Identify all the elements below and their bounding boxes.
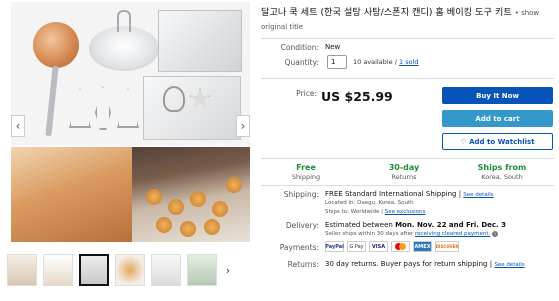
- buy-it-now-button[interactable]: Buy It Now: [442, 87, 553, 104]
- tree-cutter: [69, 88, 91, 128]
- shipping-value: FREE Standard International Shipping | S…: [325, 190, 494, 198]
- thumbnail[interactable]: [151, 254, 181, 286]
- thumbnail[interactable]: [7, 254, 37, 286]
- amex-icon: AMEX: [413, 241, 432, 252]
- price-value: US $25.99: [321, 89, 393, 104]
- tree-cutter-2: [117, 88, 139, 128]
- next-image-arrow[interactable]: ›: [236, 115, 250, 137]
- image-gallery: ‹ › ›: [0, 0, 255, 301]
- thumbnail-next-arrow[interactable]: ›: [223, 264, 233, 277]
- feature-free-shipping: Free Shipping: [258, 163, 354, 181]
- delivery-value: Estimated between Mon. Nov. 22 and Fri. …: [325, 221, 506, 229]
- feature-ships-from: Ships from Korea, South: [454, 163, 550, 181]
- rocket-cutter: [95, 86, 111, 130]
- price-label: Price:: [296, 89, 317, 98]
- candy-tray-photo: [132, 147, 250, 242]
- shipping-label: Shipping:: [283, 190, 319, 199]
- returns-see-details-link[interactable]: See details: [494, 262, 524, 268]
- press-handle: [117, 10, 131, 32]
- add-to-watchlist-button[interactable]: ♡ Add to Watchlist: [442, 133, 553, 150]
- paypal-icon: PayPal: [325, 241, 344, 252]
- google-pay-icon: G Pay: [347, 241, 366, 252]
- candy-piece: [180, 221, 196, 237]
- ships-to-text: Ships to: Worldwide: [325, 209, 380, 215]
- metal-board: [158, 10, 242, 72]
- quantity-input[interactable]: 1: [327, 55, 347, 69]
- feature-title: 30-day: [388, 163, 420, 172]
- delivery-note: Seller ships within 30 days after receiv…: [325, 231, 499, 237]
- press-plate: [89, 26, 159, 71]
- condition-label: Condition:: [280, 43, 319, 52]
- candy-shapes-photo: [11, 147, 132, 242]
- feature-title: Free: [296, 163, 316, 172]
- shipping-text: FREE Standard International Shipping |: [325, 190, 462, 198]
- payment-methods: PayPal G Pay VISA AMEX DISCOVER: [325, 241, 459, 252]
- divider: [261, 78, 554, 79]
- thumbnail-strip: ›: [7, 253, 255, 287]
- delivery-label: Delivery:: [285, 221, 319, 230]
- delivery-dates: Mon. Nov. 22 and Fri. Dec. 3: [395, 221, 506, 229]
- ladle-pan: [33, 22, 79, 68]
- delivery-note-text: Seller ships within 30 days after: [325, 231, 414, 237]
- mastercard-icon: [391, 241, 410, 252]
- divider: [261, 38, 554, 39]
- feature-title: Ships from: [477, 163, 527, 172]
- sold-count-link[interactable]: 1 sold: [399, 58, 419, 66]
- cleared-payment-link[interactable]: receiving cleared payment.: [415, 231, 490, 237]
- availability-text: 10 available / 1 sold: [353, 58, 419, 66]
- prev-image-arrow[interactable]: ‹: [11, 115, 25, 137]
- condition-value: New: [325, 43, 341, 51]
- thumbnail[interactable]: [115, 254, 145, 286]
- candy-piece: [168, 199, 184, 215]
- candy-piece: [156, 217, 172, 233]
- bear-cutter: [163, 86, 185, 112]
- divider: [261, 185, 554, 186]
- delivery-prefix: Estimated between: [325, 221, 393, 229]
- add-to-cart-button[interactable]: Add to cart: [442, 110, 553, 127]
- available-count: 10 available /: [353, 58, 397, 66]
- info-icon[interactable]: i: [492, 231, 499, 237]
- payments-label: Payments:: [279, 243, 319, 252]
- returns-label: Returns:: [287, 260, 319, 269]
- candy-piece: [146, 189, 162, 205]
- listing-title-text: 달고나 쿡 세트 (한국 설탕 사탕/스폰지 캔디) 홈 베이킹 도구 키트: [261, 7, 512, 18]
- visa-icon: VISA: [369, 241, 388, 252]
- feature-subtitle: Korea, South: [481, 173, 523, 181]
- metal-tray: [143, 76, 241, 140]
- returns-value: 30 day returns. Buyer pays for return sh…: [325, 260, 525, 268]
- thumbnail-selected[interactable]: [79, 254, 109, 286]
- ladle-handle: [45, 65, 59, 137]
- feature-subtitle: Shipping: [291, 173, 321, 181]
- thumbnail[interactable]: [43, 254, 73, 286]
- candy-piece: [226, 177, 242, 193]
- feature-returns: 30-day Returns: [356, 163, 452, 181]
- ships-to-row: Ships to: Worldwide | See exclusions: [325, 209, 426, 215]
- located-in-text: Located in: Daegu, Korea, South: [325, 200, 414, 206]
- candy-piece: [190, 191, 206, 207]
- feature-subtitle: Returns: [391, 173, 417, 181]
- see-exclusions-link[interactable]: See exclusions: [385, 209, 426, 215]
- divider: [261, 158, 554, 159]
- thumbnail[interactable]: [187, 254, 217, 286]
- discover-icon: DISCOVER: [435, 241, 459, 252]
- product-tools-photo: [11, 2, 250, 145]
- candy-piece: [212, 201, 228, 217]
- quantity-label: Quantity:: [284, 58, 319, 67]
- shipping-see-details-link[interactable]: See details: [463, 192, 493, 198]
- listing-title: 달고나 쿡 세트 (한국 설탕 사탕/스폰지 캔디) 홈 베이킹 도구 키트 •…: [261, 6, 553, 34]
- candy-piece: [204, 219, 220, 235]
- main-product-image[interactable]: [11, 2, 250, 242]
- returns-text: 30 day returns. Buyer pays for return sh…: [325, 260, 493, 268]
